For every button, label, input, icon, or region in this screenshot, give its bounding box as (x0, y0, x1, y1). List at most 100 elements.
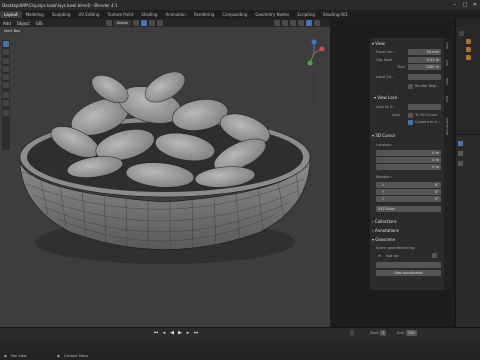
tab-sculpting[interactable]: Sculpting (48, 11, 75, 18)
snap-target-icon[interactable] (148, 20, 155, 26)
menu-object[interactable]: Object (14, 21, 33, 26)
tab-animation[interactable]: Animation (161, 11, 189, 18)
tab-scripting[interactable]: Scripting (293, 11, 319, 18)
perspective-toggle-icon[interactable] (311, 98, 317, 104)
proportional-edit-icon[interactable] (156, 20, 163, 26)
local-camera-field[interactable] (408, 74, 441, 80)
zoom-icon[interactable] (311, 74, 317, 80)
tab-edit[interactable]: Edit (445, 96, 451, 102)
properties-tab-icon[interactable] (458, 141, 463, 146)
tab-uv-editing[interactable]: UV Editing (75, 11, 104, 18)
collections-header[interactable]: › Collections (372, 219, 397, 224)
tab-view[interactable]: View (445, 78, 451, 85)
tab-shading-001[interactable]: Shading.001 (319, 11, 352, 18)
axis-gizmo[interactable] (300, 39, 328, 109)
3d-viewport[interactable] (0, 27, 330, 327)
shading-material-icon[interactable] (313, 20, 320, 26)
snap-icon[interactable] (140, 20, 147, 26)
current-frame-field[interactable] (350, 330, 354, 336)
prev-key-icon[interactable]: ◂ (161, 330, 167, 336)
tool-header: elect Box (0, 27, 80, 34)
view-section-header[interactable]: ▾ View (372, 41, 385, 46)
viewport-header: Add Object GIS Global (0, 19, 330, 27)
location-y-field[interactable]: 0 m (376, 157, 441, 163)
end-frame-field[interactable]: 250 (406, 330, 417, 336)
tab-texture-paint[interactable]: Texture Paint (103, 11, 137, 18)
x-axis-icon[interactable] (319, 46, 325, 52)
properties-tab-icon[interactable] (458, 161, 463, 166)
rotation-x-field[interactable]: 0° (376, 182, 441, 188)
close-icon[interactable]: ✕ (470, 0, 480, 10)
to-3d-cursor-checkbox[interactable] (408, 113, 413, 118)
geoscene-header[interactable]: ▾ Geoscene (372, 237, 395, 242)
lock-to-object-field[interactable] (408, 104, 441, 110)
rotation-y-field[interactable]: 0° (376, 189, 441, 195)
view-lock-header[interactable]: ▾ View Lock (374, 95, 397, 100)
timeline-track[interactable] (0, 339, 480, 353)
focal-length-field[interactable]: 50 mm (408, 49, 441, 55)
minimize-icon[interactable]: – (450, 0, 460, 10)
lock-label: Lock (392, 113, 400, 117)
overlay-icon[interactable] (289, 20, 296, 26)
rotation-mode-dropdown[interactable]: XYZ Euler (376, 206, 441, 212)
shading-solid-icon[interactable] (305, 20, 312, 26)
z-axis-icon[interactable] (311, 39, 317, 45)
camera-to-view-checkbox[interactable] (408, 120, 413, 125)
tab-geometry-nodes[interactable]: Geometry Nodes (251, 11, 293, 18)
tab-layout[interactable]: Layout (0, 11, 22, 18)
rotation-z-field[interactable]: 0° (376, 196, 441, 202)
properties-tab-icon[interactable] (458, 151, 463, 156)
location-x-field[interactable]: 0 m (376, 150, 441, 156)
move-tool-icon[interactable] (3, 58, 9, 64)
start-frame-field[interactable]: 1 (380, 330, 387, 336)
xray-icon[interactable] (297, 20, 304, 26)
crs-field[interactable] (376, 262, 441, 268)
tab-blendergis[interactable]: BlenderGIS (445, 118, 451, 135)
orientation-dropdown[interactable]: Global (113, 20, 131, 26)
object-icon[interactable] (466, 55, 471, 60)
pan-icon[interactable] (311, 82, 317, 88)
camera-view-icon[interactable] (311, 90, 317, 96)
jump-end-icon[interactable]: ⏭ (193, 330, 199, 336)
play-reverse-icon[interactable]: ◀ (169, 330, 175, 336)
y-axis-icon[interactable] (307, 60, 313, 66)
visibility-icon[interactable] (273, 20, 280, 26)
select-box-dropdown[interactable]: elect Box (1, 27, 24, 34)
object-icon[interactable] (466, 47, 471, 52)
annotate-tool-icon[interactable] (3, 92, 9, 98)
clip-end-field[interactable]: 1000 m (408, 64, 441, 70)
pivot-icon[interactable] (132, 20, 139, 26)
tab-compositing[interactable]: Compositing (218, 11, 251, 18)
tab-item[interactable]: Item (445, 42, 451, 49)
select-tool-icon[interactable] (3, 41, 9, 47)
tab-tool[interactable]: Tool (445, 60, 451, 66)
location-z-field[interactable]: 0 m (376, 164, 441, 170)
next-key-icon[interactable]: ▸ (185, 330, 191, 336)
menu-gis[interactable]: GIS (33, 21, 46, 26)
play-icon[interactable]: ▶ (177, 330, 183, 336)
annotations-header[interactable]: › Annotations (372, 228, 399, 233)
geo-coordinates-button[interactable]: Geo coordinates (376, 270, 441, 276)
render-region-checkbox[interactable] (408, 84, 413, 89)
crs-settings-icon[interactable] (432, 253, 437, 258)
maximize-icon[interactable]: □ (460, 0, 470, 10)
transform-orientation-icon[interactable] (105, 20, 112, 26)
measure-tool-icon[interactable] (3, 100, 9, 106)
tab-shading[interactable]: Shading (137, 11, 161, 18)
object-icon[interactable] (466, 39, 471, 44)
tab-modeling[interactable]: Modeling (22, 11, 48, 18)
3d-cursor-header[interactable]: ▾ 3D Cursor (372, 133, 395, 138)
rotate-tool-icon[interactable] (3, 66, 9, 72)
jump-start-icon[interactable]: ⏮ (153, 330, 159, 336)
scale-tool-icon[interactable] (3, 74, 9, 80)
gizmo-toggle-icon[interactable] (281, 20, 288, 26)
properties-editor[interactable] (455, 135, 480, 327)
transform-tool-icon[interactable] (3, 82, 9, 88)
tab-rendering[interactable]: Rendering (190, 11, 218, 18)
outliner[interactable] (455, 19, 480, 134)
cursor-tool-icon[interactable] (3, 49, 9, 55)
menu-add[interactable]: Add (0, 21, 14, 26)
timeline[interactable]: ⏮ ◂ ◀ ▶ ▸ ⏭ Start 1 End 250 (0, 327, 480, 353)
add-cube-tool-icon[interactable] (3, 110, 9, 116)
clip-start-field[interactable]: 0.01 m (408, 57, 441, 63)
